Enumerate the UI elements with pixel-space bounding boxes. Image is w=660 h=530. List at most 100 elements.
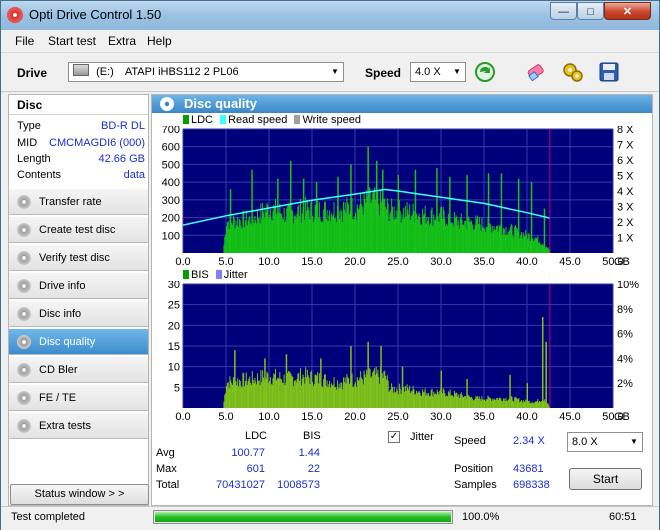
data-bar <box>465 396 467 408</box>
stats-total-ldc: 70431027 <box>216 479 265 491</box>
data-bar <box>305 210 307 253</box>
data-bar <box>311 370 313 408</box>
data-bar <box>290 374 292 408</box>
y-right-tick-label: 2 X <box>617 217 634 229</box>
chevron-down-icon: ▼ <box>331 67 339 76</box>
data-bar <box>416 393 418 408</box>
data-bar <box>515 227 517 253</box>
menu-extra[interactable]: Extra <box>108 34 136 48</box>
data-bar <box>282 219 284 253</box>
data-bar <box>429 395 431 408</box>
nav-label: Verify test disc <box>39 252 110 264</box>
menu-file[interactable]: File <box>15 34 34 48</box>
data-bar <box>431 207 433 253</box>
refresh-button[interactable] <box>473 60 497 84</box>
data-bar <box>309 383 311 408</box>
data-bar <box>331 216 333 253</box>
data-bar <box>418 390 420 408</box>
data-bar <box>332 214 334 253</box>
data-bar <box>368 368 370 408</box>
data-bar <box>503 398 505 408</box>
data-bar <box>330 383 332 408</box>
data-bar <box>432 225 434 253</box>
data-bar <box>335 217 337 253</box>
data-bar <box>546 403 548 408</box>
data-bar <box>444 393 446 408</box>
data-bar <box>287 372 289 408</box>
data-bar <box>505 226 507 253</box>
nav-transfer-rate[interactable]: Transfer rate <box>9 188 148 215</box>
ldc-chart: 0.0 5.0 10.0 15.0 20.0 25.0 30.0 35.0 40.0 45.0 50… <box>162 126 635 268</box>
test-speed-select[interactable]: 8.0 X ▼ <box>567 432 643 452</box>
speed-select[interactable]: 4.0 X ▼ <box>410 62 466 82</box>
save-button[interactable] <box>597 60 621 84</box>
data-bar <box>370 377 372 408</box>
close-button[interactable]: ✕ <box>604 2 651 20</box>
data-bar <box>425 395 427 408</box>
data-bar <box>547 403 549 408</box>
nav-drive-info[interactable]: Drive info <box>9 272 148 299</box>
data-bar <box>524 236 526 253</box>
menu-start-test[interactable]: Start test <box>48 34 96 48</box>
data-bar <box>438 221 440 253</box>
data-bar <box>256 373 258 408</box>
data-bar <box>537 235 539 253</box>
nav-extra-tests[interactable]: Extra tests <box>9 412 148 439</box>
data-bar <box>416 219 418 253</box>
data-bar <box>468 217 470 253</box>
data-bar <box>289 372 291 408</box>
data-bar <box>273 373 275 408</box>
data-bar <box>338 211 340 253</box>
data-bar <box>516 228 518 253</box>
data-bar <box>374 375 376 408</box>
data-bar <box>280 378 282 408</box>
data-bar <box>294 380 296 408</box>
erase-button[interactable] <box>524 60 548 84</box>
data-bar <box>426 392 428 408</box>
maximize-button[interactable]: □ <box>577 2 604 20</box>
data-bar <box>502 235 504 253</box>
data-bar <box>443 389 445 408</box>
data-bar <box>329 210 331 253</box>
minimize-button[interactable]: — <box>550 2 577 20</box>
data-bar <box>312 215 313 253</box>
nav-cd-bler[interactable]: CD Bler <box>9 356 148 383</box>
y-tick-label: 400 <box>162 177 180 189</box>
nav-verify-test-disc[interactable]: Verify test disc <box>9 244 148 271</box>
title-bar[interactable]: Opti Drive Control 1.50 — □ ✕ <box>1 1 659 30</box>
disc-info-row: Type BD-R DL <box>17 120 145 136</box>
data-bar <box>301 378 303 408</box>
settings-button[interactable] <box>561 60 585 84</box>
jitter-checkbox[interactable]: ✓ <box>388 431 400 443</box>
nav-label: CD Bler <box>39 364 78 376</box>
data-bar <box>481 217 483 253</box>
data-bar <box>476 396 478 408</box>
data-bar <box>257 380 259 408</box>
data-bar <box>345 383 347 408</box>
data-bar <box>243 372 245 408</box>
data-bar <box>328 384 330 408</box>
data-bar <box>475 396 477 408</box>
y-right-tick-label: 8 X <box>617 126 634 136</box>
start-button[interactable]: Start <box>569 468 642 490</box>
data-bar <box>536 401 538 408</box>
data-bar <box>504 401 506 408</box>
data-bar <box>364 374 366 408</box>
data-bar <box>257 218 259 253</box>
nav-create-test-disc[interactable]: Create test disc <box>9 216 148 243</box>
data-bar <box>422 215 424 253</box>
drive-select[interactable]: (E:) ATAPI iHBS112 2 PL06 ▼ <box>68 62 344 82</box>
status-window-button[interactable]: Status window > > <box>10 484 149 505</box>
data-bar <box>380 202 382 253</box>
nav-disc-info[interactable]: Disc info <box>9 300 148 327</box>
nav-fe-te[interactable]: FE / TE <box>9 384 148 411</box>
drive-label: Drive <box>17 66 48 80</box>
data-bar <box>459 393 461 408</box>
nav-disc-quality[interactable]: Disc quality <box>9 328 148 355</box>
data-bar <box>505 397 507 408</box>
menu-help[interactable]: Help <box>147 34 172 48</box>
data-bar <box>381 373 383 408</box>
data-bar <box>354 216 356 253</box>
data-bar <box>537 399 539 408</box>
y-tick-label: 600 <box>162 142 180 154</box>
